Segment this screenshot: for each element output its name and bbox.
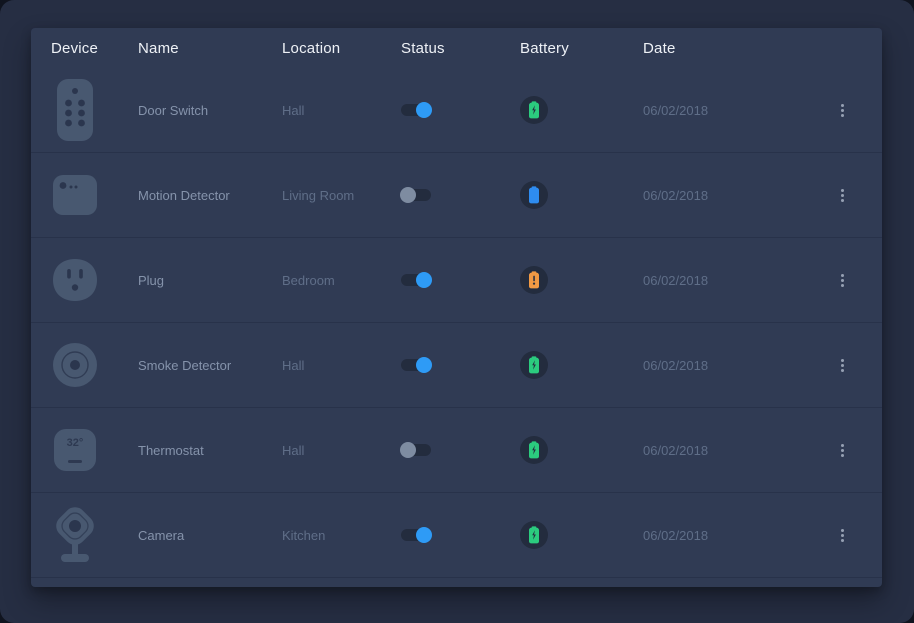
device-name: Motion Detector xyxy=(138,188,282,203)
motion-detector-icon xyxy=(51,160,99,230)
device-location: Hall xyxy=(282,443,401,458)
plug-icon xyxy=(51,245,99,315)
door-switch-icon xyxy=(51,75,99,145)
column-header-date: Date xyxy=(643,40,822,57)
device-location: Living Room xyxy=(282,188,401,203)
table-row: Door Switch Hall 06/02/2018 xyxy=(31,68,882,153)
table-row: Plug Bedroom 06/02/2018 xyxy=(31,238,882,323)
camera-icon xyxy=(51,500,99,570)
device-location: Hall xyxy=(282,103,401,118)
table-header: Device Name Location Status Battery Date xyxy=(31,28,882,68)
device-name: Door Switch xyxy=(138,103,282,118)
status-toggle[interactable] xyxy=(401,274,431,286)
device-location: Kitchen xyxy=(282,528,401,543)
smoke-detector-icon xyxy=(51,330,99,400)
device-name: Camera xyxy=(138,528,282,543)
device-date: 06/02/2018 xyxy=(643,443,822,458)
column-header-name: Name xyxy=(138,40,282,57)
device-location: Bedroom xyxy=(282,273,401,288)
device-name: Smoke Detector xyxy=(138,358,282,373)
svg-text:32°: 32° xyxy=(67,437,84,449)
table-row: Camera Kitchen 06/02/2018 xyxy=(31,493,882,578)
kebab-menu-icon[interactable] xyxy=(832,523,852,547)
status-toggle[interactable] xyxy=(401,359,431,371)
battery-indicator xyxy=(520,521,548,549)
kebab-menu-icon[interactable] xyxy=(832,98,852,122)
column-header-location: Location xyxy=(282,40,401,57)
column-header-status: Status xyxy=(401,40,520,57)
status-toggle[interactable] xyxy=(401,444,431,456)
device-table-panel: Device Name Location Status Battery Date… xyxy=(31,28,882,587)
toggle-knob xyxy=(416,272,432,288)
toggle-knob xyxy=(416,357,432,373)
status-toggle[interactable] xyxy=(401,104,431,116)
kebab-menu-icon[interactable] xyxy=(832,268,852,292)
device-date: 06/02/2018 xyxy=(643,188,822,203)
toggle-knob xyxy=(400,442,416,458)
app-screen: Device Name Location Status Battery Date… xyxy=(0,0,914,623)
column-header-battery: Battery xyxy=(520,40,643,57)
battery-indicator xyxy=(520,181,548,209)
column-header-device: Device xyxy=(51,40,138,57)
status-toggle[interactable] xyxy=(401,189,431,201)
device-date: 06/02/2018 xyxy=(643,273,822,288)
device-date: 06/02/2018 xyxy=(643,103,822,118)
toggle-knob xyxy=(416,527,432,543)
table-row: Smoke Detector Hall 06/02/2018 xyxy=(31,323,882,408)
kebab-menu-icon[interactable] xyxy=(832,438,852,462)
table-body: Door Switch Hall 06/02/2018 Motion Detec… xyxy=(31,68,882,578)
battery-indicator xyxy=(520,351,548,379)
device-name: Plug xyxy=(138,273,282,288)
device-date: 06/02/2018 xyxy=(643,528,822,543)
toggle-knob xyxy=(416,102,432,118)
table-row: Motion Detector Living Room 06/02/2018 xyxy=(31,153,882,238)
battery-indicator xyxy=(520,266,548,294)
battery-indicator xyxy=(520,96,548,124)
battery-indicator xyxy=(520,436,548,464)
device-location: Hall xyxy=(282,358,401,373)
device-name: Thermostat xyxy=(138,443,282,458)
thermostat-icon: 32° xyxy=(51,415,99,485)
status-toggle[interactable] xyxy=(401,529,431,541)
kebab-menu-icon[interactable] xyxy=(832,183,852,207)
device-date: 06/02/2018 xyxy=(643,358,822,373)
table-row: 32° Thermostat Hall 06/02/2018 xyxy=(31,408,882,493)
toggle-knob xyxy=(400,187,416,203)
kebab-menu-icon[interactable] xyxy=(832,353,852,377)
